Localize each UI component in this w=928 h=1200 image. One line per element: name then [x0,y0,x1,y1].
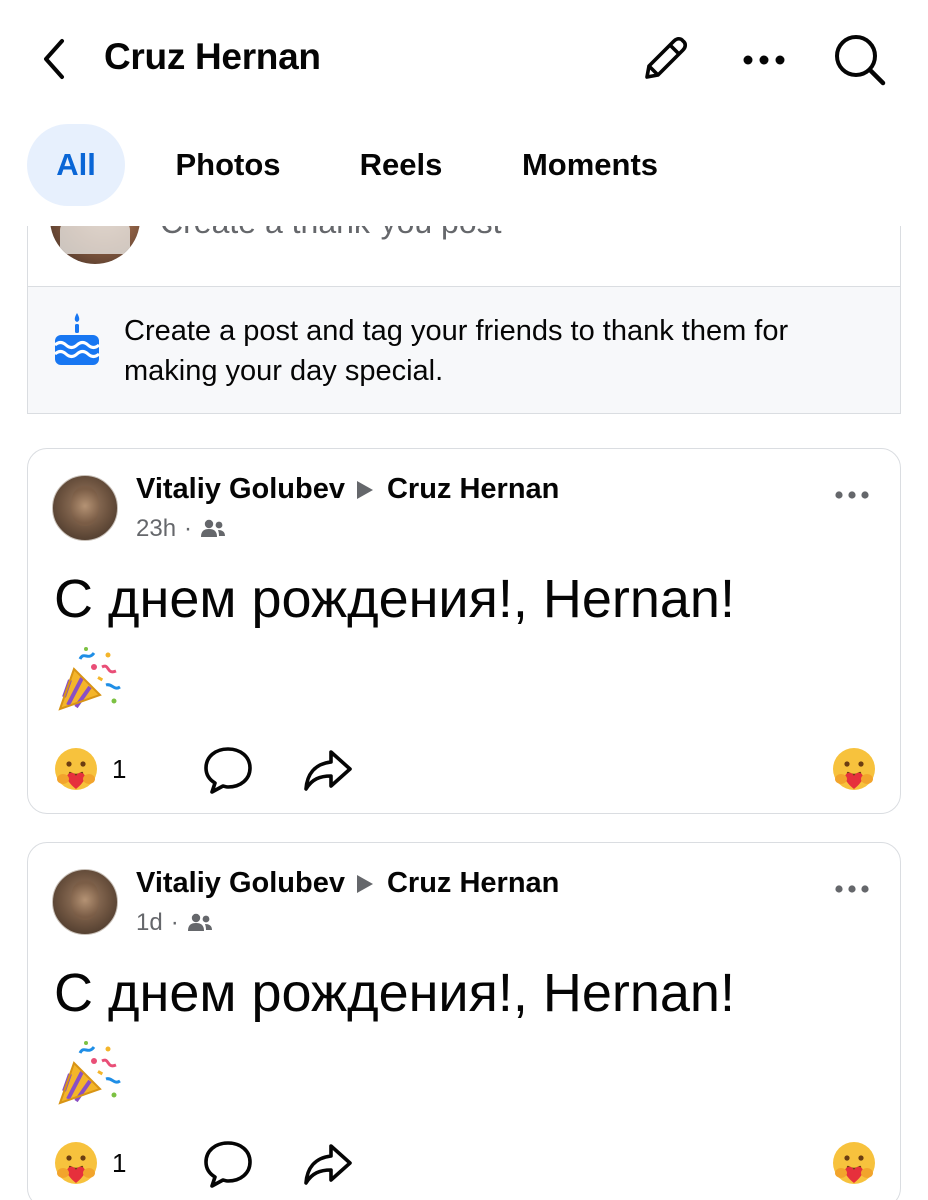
meta-separator: · [170,909,179,936]
friends-icon [187,913,212,931]
party-popper-icon [58,647,121,711]
feed-post: Vitaliy Golubev Cruz Hernan 1d · С днем … [27,842,901,1200]
tab-moments[interactable]: Moments [492,124,688,206]
post-author[interactable]: Vitaliy Golubev [136,867,345,900]
post-actions: 1 [52,1135,878,1191]
back-button[interactable] [28,30,80,88]
thank-you-prompt[interactable]: Create a thank-you post [160,226,502,241]
comment-icon[interactable] [202,1139,254,1189]
meta-separator: · [184,515,193,542]
top-bar: Cruz Hernan [0,0,928,118]
profile-page: Cruz Hernan All Photos Reels Moments Cre… [0,0,928,1200]
more-dots-icon [835,885,869,893]
post-header: Vitaliy Golubev Cruz Hernan [136,867,559,900]
thank-you-composer-card: Create a thank-you post Create a post an… [27,226,901,414]
post-meta: 23h · [136,515,226,543]
post-header: Vitaliy Golubev Cruz Hernan [136,473,559,506]
more-dots-icon [835,491,869,499]
more-options-button[interactable] [734,30,794,90]
share-icon[interactable] [302,747,354,793]
reaction-count[interactable]: 1 [112,754,126,785]
tab-reels[interactable]: Reels [336,124,466,206]
post-time[interactable]: 23h [136,515,176,543]
feed-post: Vitaliy Golubev Cruz Hernan 23h · С днем… [27,448,901,814]
care-reaction-icon[interactable] [52,1139,100,1187]
post-options-button[interactable] [832,877,872,901]
post-meta: 1d · [136,909,213,937]
avatar[interactable] [50,226,140,264]
edit-button[interactable] [634,30,694,90]
post-text: С днем рождения!, Hernan! [54,963,735,1023]
pencil-icon [645,36,688,79]
post-author[interactable]: Vitaliy Golubev [136,473,345,506]
share-icon[interactable] [302,1141,354,1187]
thank-you-message: Create a post and tag your friends to th… [124,315,789,387]
thank-you-banner[interactable]: Create a post and tag your friends to th… [28,286,900,413]
search-button[interactable] [830,30,890,90]
care-reaction-button-icon[interactable] [830,745,878,793]
back-chevron-icon [44,39,64,79]
avatar[interactable] [52,869,118,935]
filter-tabs: All Photos Reels Moments [0,124,928,208]
tab-photos[interactable]: Photos [146,124,310,206]
post-target[interactable]: Cruz Hernan [387,867,559,900]
friends-icon [201,519,226,537]
post-actions: 1 [52,741,878,797]
search-icon [835,35,886,86]
avatar[interactable] [52,475,118,541]
care-reaction-icon[interactable] [52,745,100,793]
post-text: С днем рождения!, Hernan! [54,569,735,629]
reaction-count[interactable]: 1 [112,1148,126,1179]
tab-all[interactable]: All [27,124,125,206]
care-reaction-button-icon[interactable] [830,1139,878,1187]
post-target[interactable]: Cruz Hernan [387,473,559,506]
more-dots-icon [743,55,785,65]
arrow-right-icon [356,874,373,893]
birthday-cake-icon [53,313,101,365]
comment-icon[interactable] [202,745,254,795]
post-options-button[interactable] [832,483,872,507]
party-popper-icon [58,1041,121,1105]
post-time[interactable]: 1d [136,909,163,937]
page-title: Cruz Hernan [104,36,321,77]
arrow-right-icon [356,480,373,499]
